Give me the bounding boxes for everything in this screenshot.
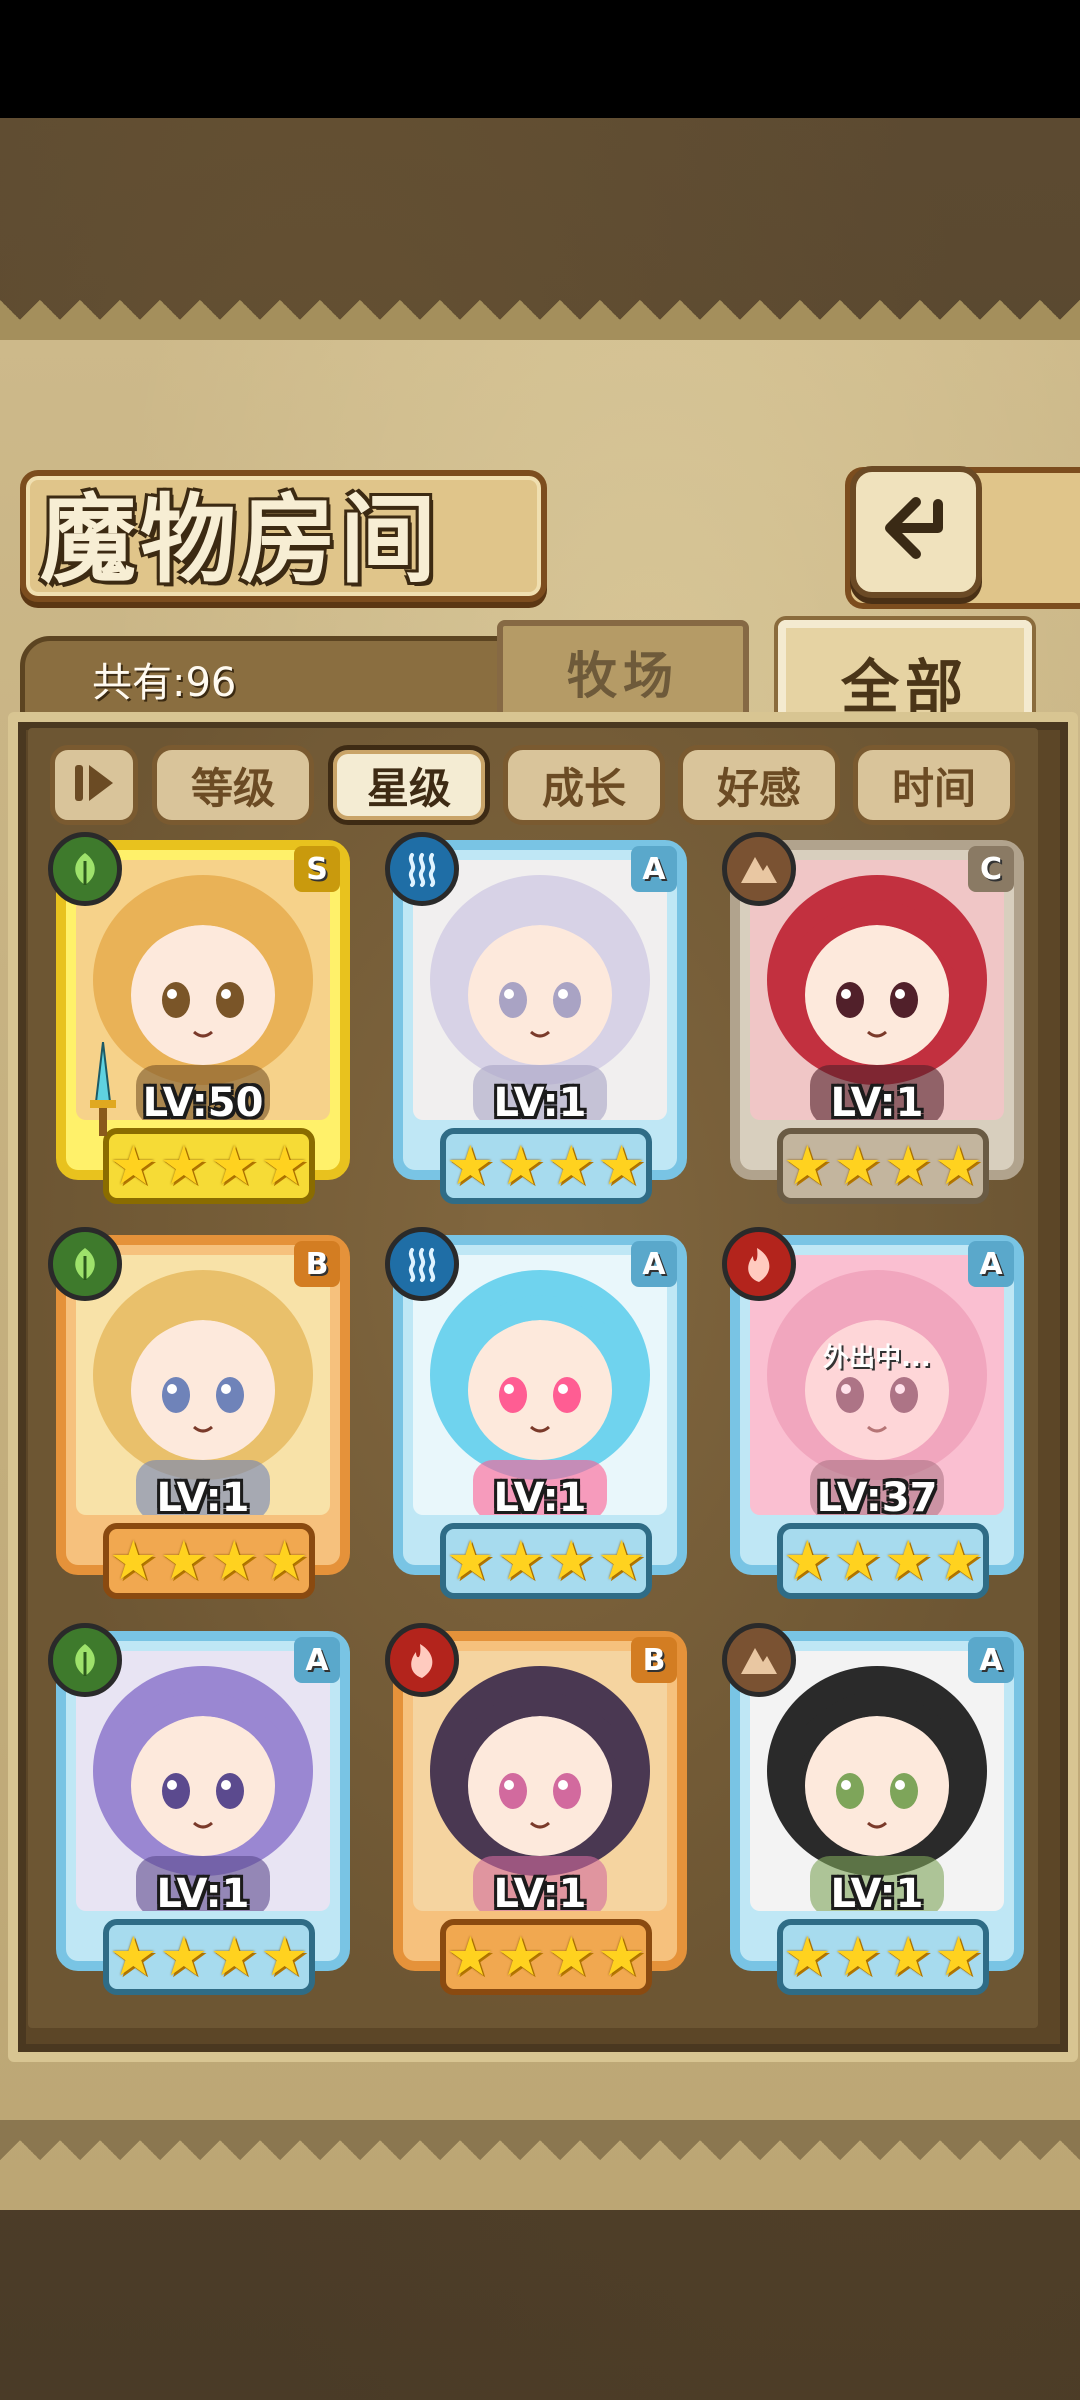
star-icon: ★ bbox=[159, 1529, 208, 1592]
star-icon: ★ bbox=[597, 1134, 646, 1197]
star-icon: ★ bbox=[833, 1529, 882, 1592]
star-icon: ★ bbox=[597, 1529, 646, 1592]
fire-icon bbox=[722, 1227, 796, 1301]
rank-badge: A bbox=[631, 1241, 677, 1287]
star-rating: ★ ★ ★ ★ bbox=[103, 1128, 315, 1204]
star-icon: ★ bbox=[597, 1925, 646, 1988]
monster-card[interactable]: 外出中... A LV:37 ★ ★ ★ ★ bbox=[722, 1227, 1032, 1599]
water-icon bbox=[385, 1227, 459, 1301]
monster-card[interactable]: B LV:1 ★ ★ ★ ★ bbox=[48, 1227, 358, 1599]
tab-ranch[interactable]: 牧场 bbox=[497, 620, 749, 718]
earth-icon bbox=[722, 832, 796, 906]
star-icon: ★ bbox=[496, 1925, 545, 1988]
star-icon: ★ bbox=[210, 1925, 259, 1988]
monster-count: 共有:96 bbox=[92, 660, 237, 706]
star-icon: ★ bbox=[884, 1925, 933, 1988]
status-bar bbox=[0, 0, 1080, 118]
earth-icon bbox=[722, 1623, 796, 1697]
filter-star-button[interactable]: 星级 bbox=[328, 745, 490, 825]
star-icon: ★ bbox=[109, 1925, 158, 1988]
star-icon: ★ bbox=[446, 1134, 495, 1197]
star-icon: ★ bbox=[109, 1134, 158, 1197]
sort-order-icon bbox=[69, 761, 119, 809]
back-arrow-icon bbox=[876, 490, 956, 574]
rank-badge: A bbox=[631, 846, 677, 892]
monster-card[interactable]: C LV:1 ★ ★ ★ ★ bbox=[722, 832, 1032, 1204]
star-icon: ★ bbox=[547, 1529, 596, 1592]
filter-level-button[interactable]: 等级 bbox=[152, 745, 314, 825]
filter-growth-button[interactable]: 成长 bbox=[503, 745, 665, 825]
star-rating: ★ ★ ★ ★ bbox=[777, 1523, 989, 1599]
torn-edge-bottom bbox=[0, 2120, 1080, 2160]
rank-badge: A bbox=[968, 1241, 1014, 1287]
star-icon: ★ bbox=[496, 1134, 545, 1197]
star-icon: ★ bbox=[210, 1134, 259, 1197]
sort-order-button[interactable] bbox=[50, 745, 138, 825]
level-label: LV:1 bbox=[156, 1871, 250, 1917]
star-icon: ★ bbox=[260, 1134, 309, 1197]
star-icon: ★ bbox=[260, 1925, 309, 1988]
star-icon: ★ bbox=[547, 1134, 596, 1197]
rank-badge: A bbox=[968, 1637, 1014, 1683]
star-icon: ★ bbox=[109, 1529, 158, 1592]
level-label: LV:1 bbox=[156, 1475, 250, 1521]
star-icon: ★ bbox=[159, 1925, 208, 1988]
star-icon: ★ bbox=[833, 1925, 882, 1988]
star-rating: ★ ★ ★ ★ bbox=[440, 1919, 652, 1995]
star-icon: ★ bbox=[547, 1925, 596, 1988]
monster-card[interactable]: A LV:1 ★ ★ ★ ★ bbox=[385, 832, 695, 1204]
star-icon: ★ bbox=[496, 1529, 545, 1592]
monster-card[interactable]: B LV:1 ★ ★ ★ ★ bbox=[385, 1623, 695, 1995]
monster-card[interactable]: S LV:50 ★ ★ ★ ★ bbox=[48, 832, 358, 1204]
torn-edge-top bbox=[0, 300, 1080, 340]
rank-badge: C bbox=[968, 846, 1014, 892]
water-icon bbox=[385, 832, 459, 906]
star-icon: ★ bbox=[783, 1529, 832, 1592]
fire-icon bbox=[385, 1623, 459, 1697]
rank-badge: B bbox=[294, 1241, 340, 1287]
grass-icon bbox=[48, 1623, 122, 1697]
star-rating: ★ ★ ★ ★ bbox=[777, 1128, 989, 1204]
page-title: 魔物房间 bbox=[40, 484, 440, 596]
level-label: LV:1 bbox=[493, 1475, 587, 1521]
star-rating: ★ ★ ★ ★ bbox=[103, 1919, 315, 1995]
star-rating: ★ ★ ★ ★ bbox=[777, 1919, 989, 1995]
star-rating: ★ ★ ★ ★ bbox=[440, 1523, 652, 1599]
filter-time-button[interactable]: 时间 bbox=[853, 745, 1015, 825]
star-icon: ★ bbox=[934, 1925, 983, 1988]
monster-card[interactable]: A LV:1 ★ ★ ★ ★ bbox=[385, 1227, 695, 1599]
star-icon: ★ bbox=[884, 1529, 933, 1592]
level-label: LV:1 bbox=[493, 1080, 587, 1126]
filter-affection-button[interactable]: 好感 bbox=[678, 745, 840, 825]
rank-badge: A bbox=[294, 1637, 340, 1683]
level-label: LV:37 bbox=[816, 1475, 938, 1521]
level-label: LV:1 bbox=[830, 1871, 924, 1917]
tab-ranch-label: 牧场 bbox=[567, 647, 679, 705]
star-icon: ★ bbox=[260, 1529, 309, 1592]
grass-icon bbox=[48, 832, 122, 906]
star-icon: ★ bbox=[833, 1134, 882, 1197]
back-button[interactable] bbox=[850, 466, 982, 598]
star-icon: ★ bbox=[210, 1529, 259, 1592]
monster-card[interactable]: A LV:1 ★ ★ ★ ★ bbox=[722, 1623, 1032, 1995]
star-icon: ★ bbox=[884, 1134, 933, 1197]
star-icon: ★ bbox=[446, 1925, 495, 1988]
sword-icon bbox=[88, 1041, 118, 1142]
star-icon: ★ bbox=[934, 1529, 983, 1592]
level-label: LV:1 bbox=[493, 1871, 587, 1917]
grass-icon bbox=[48, 1227, 122, 1301]
star-icon: ★ bbox=[783, 1134, 832, 1197]
star-icon: ★ bbox=[159, 1134, 208, 1197]
rank-badge: B bbox=[631, 1637, 677, 1683]
level-label: LV:1 bbox=[830, 1080, 924, 1126]
star-icon: ★ bbox=[446, 1529, 495, 1592]
star-icon: ★ bbox=[783, 1925, 832, 1988]
star-rating: ★ ★ ★ ★ bbox=[440, 1128, 652, 1204]
rank-badge: S bbox=[294, 846, 340, 892]
monster-card[interactable]: A LV:1 ★ ★ ★ ★ bbox=[48, 1623, 358, 1995]
away-status: 外出中... bbox=[823, 1343, 931, 1373]
star-rating: ★ ★ ★ ★ bbox=[103, 1523, 315, 1599]
star-icon: ★ bbox=[934, 1134, 983, 1197]
